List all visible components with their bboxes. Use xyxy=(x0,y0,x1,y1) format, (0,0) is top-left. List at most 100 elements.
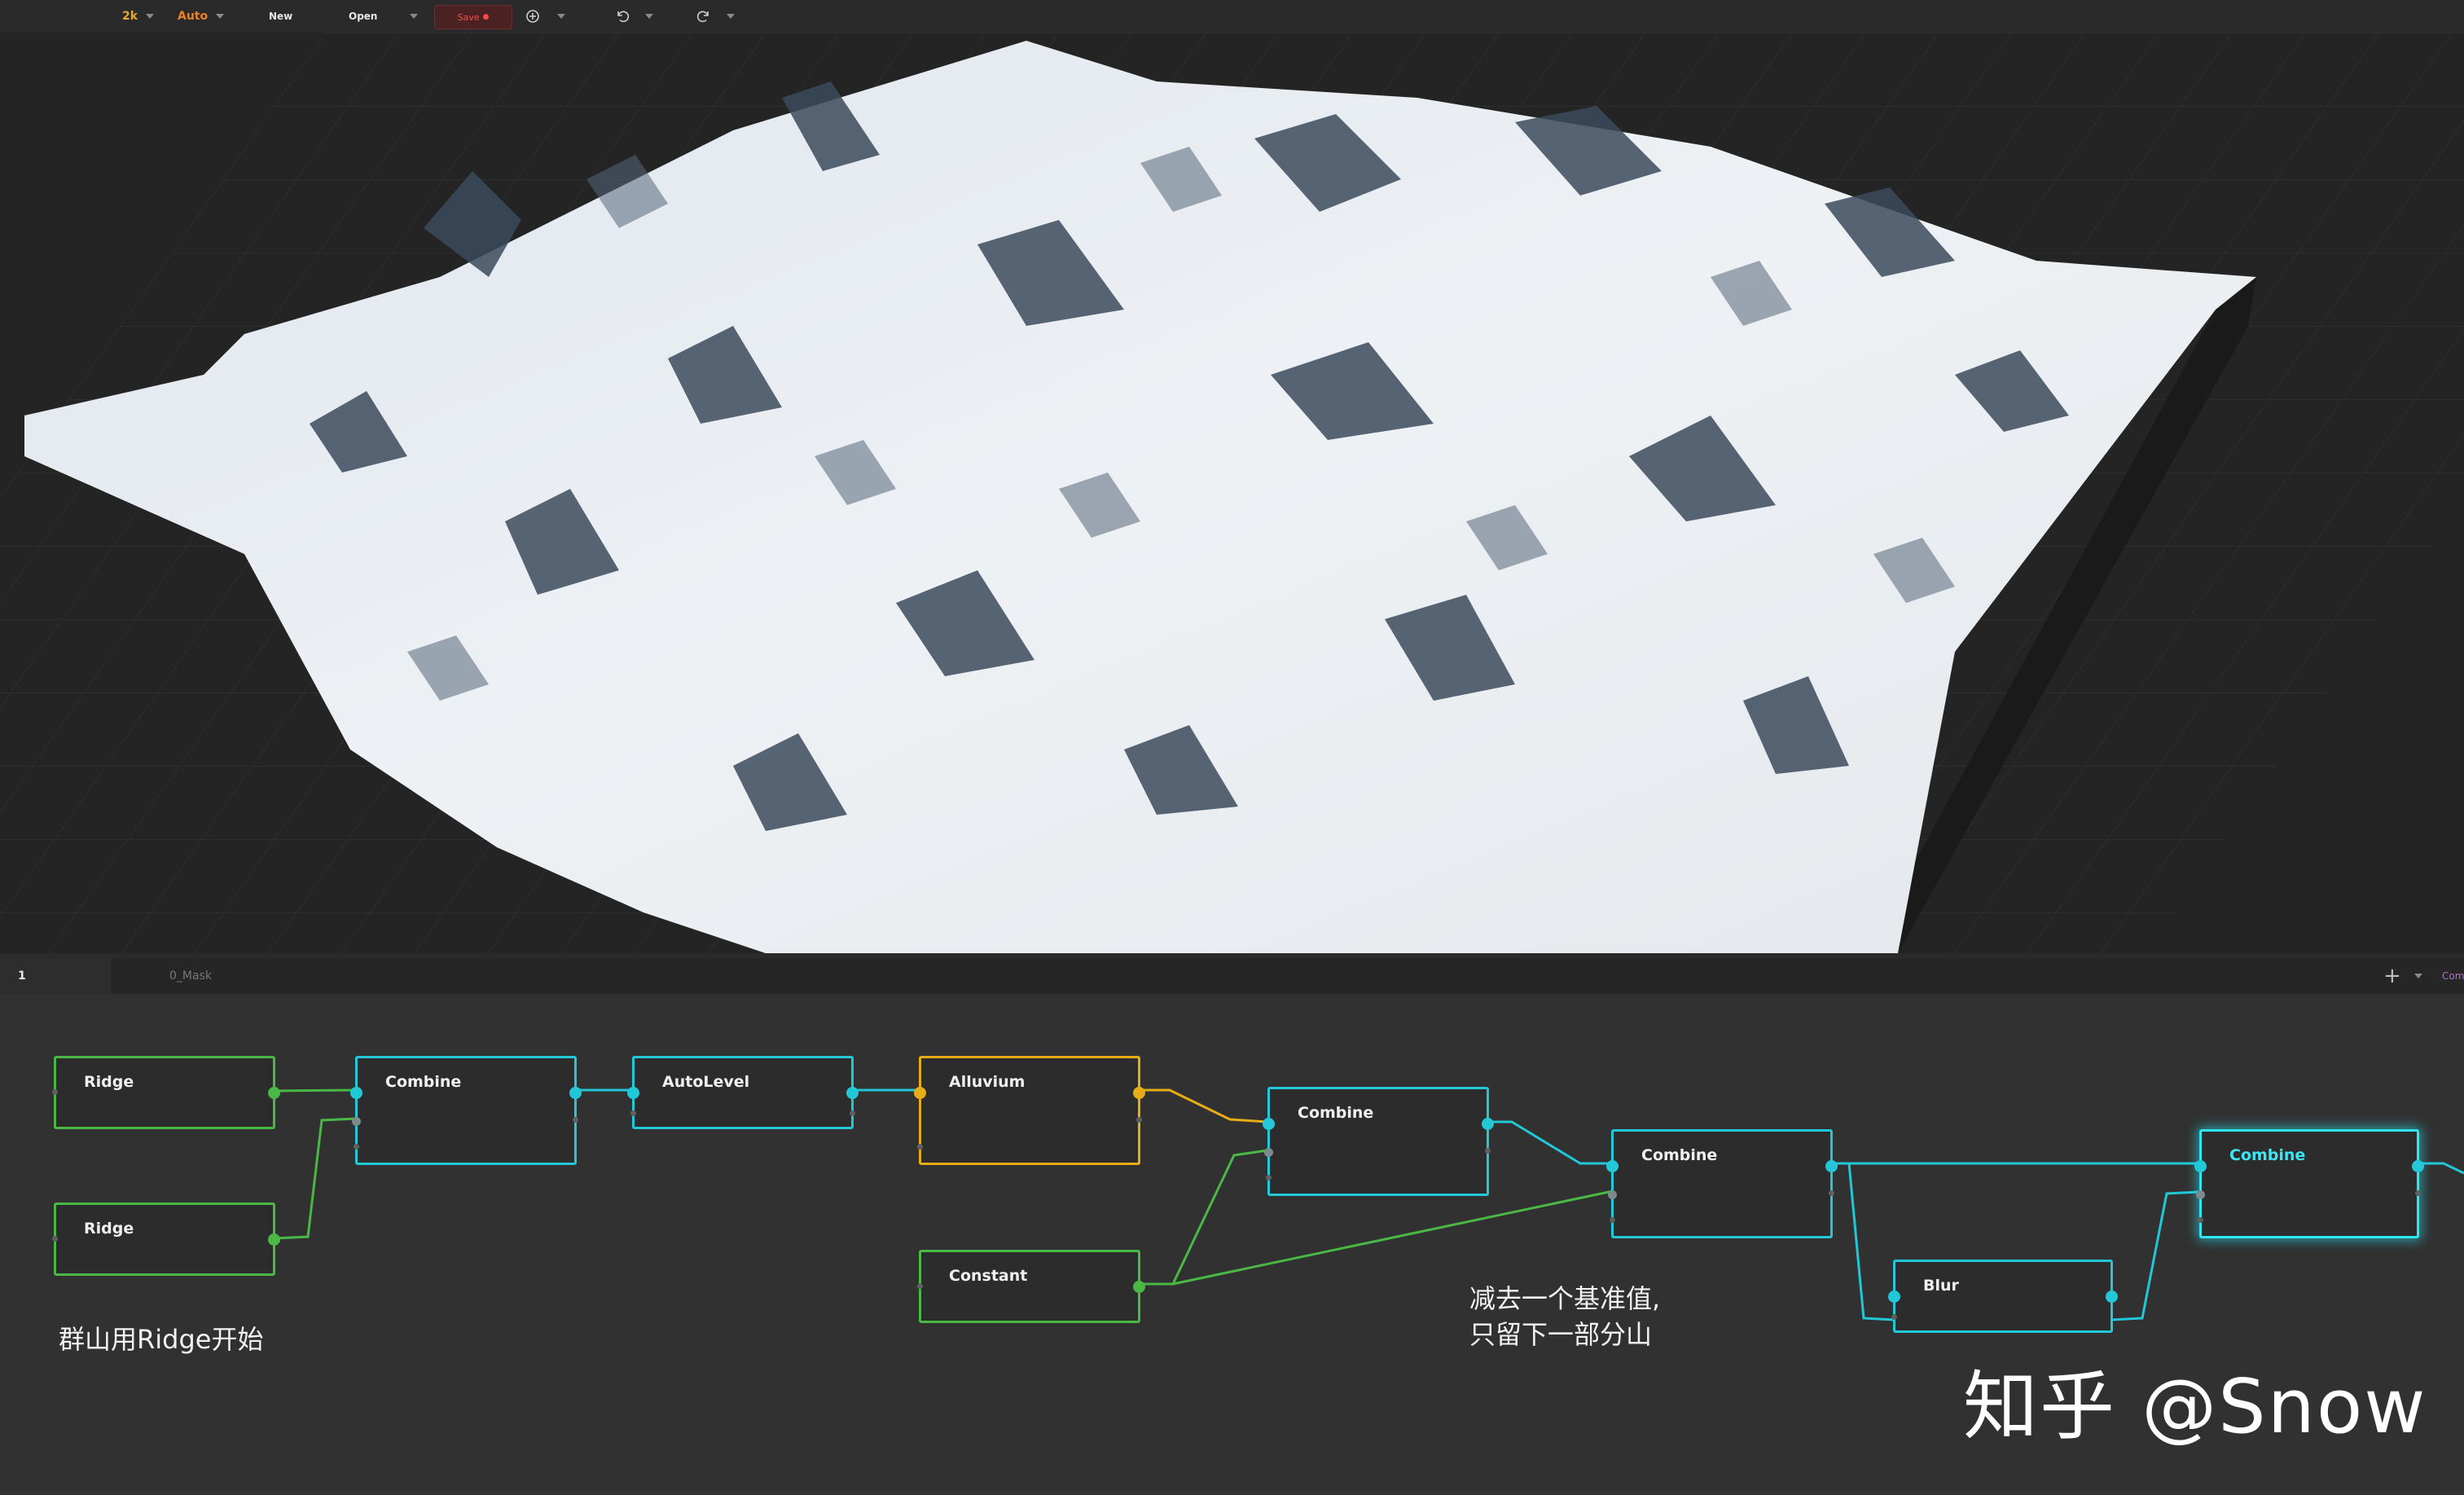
output-port[interactable] xyxy=(573,1117,578,1123)
input-port[interactable] xyxy=(1264,1148,1273,1157)
node-title: Combine xyxy=(385,1073,462,1091)
input-port[interactable] xyxy=(52,1089,58,1095)
save-button[interactable]: Save ● xyxy=(434,5,512,29)
mask-port[interactable] xyxy=(1610,1217,1615,1223)
unsaved-dot-icon: ● xyxy=(482,13,490,21)
terrain-viewport[interactable] xyxy=(0,33,2464,953)
tab-graph-1[interactable]: 1 xyxy=(0,958,111,994)
input-port[interactable] xyxy=(1888,1291,1900,1303)
input-port[interactable] xyxy=(352,1117,361,1126)
combine-node-selected[interactable]: Combine xyxy=(2194,1129,2424,1238)
input-port[interactable] xyxy=(2194,1160,2207,1172)
new-label: New xyxy=(269,11,293,22)
input-port[interactable] xyxy=(1263,1118,1275,1130)
constant-node[interactable]: Constant xyxy=(917,1250,1145,1323)
output-port[interactable] xyxy=(1136,1117,1142,1123)
tab-label: 1 xyxy=(18,970,26,983)
add-options-dropdown[interactable] xyxy=(547,0,565,33)
node-title: Ridge xyxy=(84,1073,134,1091)
mask-port[interactable] xyxy=(917,1144,923,1150)
output-port[interactable] xyxy=(2415,1190,2421,1196)
output-port[interactable] xyxy=(1133,1281,1145,1293)
node-title: AutoLevel xyxy=(662,1073,750,1091)
combine-node[interactable]: Combine xyxy=(1606,1129,1838,1238)
new-button[interactable]: New xyxy=(269,0,292,33)
watermark: 知乎 @Snow xyxy=(1963,1363,2427,1450)
node-title: Blur xyxy=(1923,1277,1959,1295)
tab-menu-dropdown[interactable] xyxy=(2414,958,2422,994)
node-title: Combine xyxy=(1298,1104,1374,1122)
node-title: Ridge xyxy=(84,1220,134,1238)
wire-ridge1-combine1 xyxy=(273,1088,358,1093)
input-port[interactable] xyxy=(917,1283,923,1289)
combine-node[interactable]: Combine xyxy=(350,1056,582,1165)
blur-node[interactable]: Blur xyxy=(1888,1260,2118,1333)
redo-history-dropdown[interactable] xyxy=(718,0,735,33)
wire-ridge2-combine1 xyxy=(273,1117,358,1240)
output-port[interactable] xyxy=(1825,1160,1838,1172)
terrain-render xyxy=(0,33,2464,953)
output-port[interactable] xyxy=(1485,1148,1491,1154)
wire-combine4-out xyxy=(2418,1162,2464,1175)
alluvium-node[interactable]: Alluvium xyxy=(914,1056,1145,1165)
open-label: Open xyxy=(349,11,378,22)
input-port[interactable] xyxy=(1608,1190,1617,1199)
output-port[interactable] xyxy=(850,1110,855,1116)
mask-port[interactable] xyxy=(630,1110,636,1116)
chevron-down-icon xyxy=(727,14,735,19)
output-port[interactable] xyxy=(268,1087,280,1099)
chevron-down-icon xyxy=(410,14,419,19)
tab-label: 0_Mask xyxy=(169,970,212,983)
mask-port[interactable] xyxy=(354,1144,359,1150)
top-toolbar: 2k Auto New Open Save ● xyxy=(0,0,2464,33)
output-port[interactable] xyxy=(268,1233,280,1246)
input-port[interactable] xyxy=(2196,1190,2205,1199)
node-title: Constant xyxy=(949,1267,1028,1285)
node-title: Alluvium xyxy=(949,1073,1026,1091)
undo-icon[interactable] xyxy=(611,5,634,28)
plus-icon[interactable]: + xyxy=(2383,958,2401,994)
wire-constant-combine2 xyxy=(1139,1149,1268,1286)
chevron-down-icon xyxy=(146,14,155,19)
input-port[interactable] xyxy=(52,1236,58,1242)
output-port[interactable] xyxy=(1829,1190,1834,1196)
ridge-node[interactable]: Ridge xyxy=(52,1056,280,1129)
subtract-annotation-line2: 只留下一部分山 xyxy=(1469,1319,1653,1350)
output-port[interactable] xyxy=(1133,1087,1145,1099)
tab-overflow[interactable]: Com xyxy=(2442,958,2464,994)
save-label: Save xyxy=(457,11,480,23)
tab-mask[interactable]: 0_Mask xyxy=(169,958,212,994)
output-port[interactable] xyxy=(2412,1160,2424,1172)
combine-node[interactable]: Combine xyxy=(1263,1087,1494,1196)
tab-label: Com xyxy=(2442,970,2464,982)
output-port[interactable] xyxy=(1482,1118,1494,1130)
input-port[interactable] xyxy=(350,1087,362,1099)
mask-port[interactable] xyxy=(1266,1175,1272,1181)
graph-tab-bar: 1 0_Mask + Com xyxy=(0,958,2464,994)
mode-dropdown[interactable]: Auto xyxy=(178,0,225,33)
wire-constant-combine3 xyxy=(1172,1189,1614,1286)
ridge-annotation: 群山用Ridge开始 xyxy=(59,1324,264,1355)
resolution-dropdown[interactable]: 2k xyxy=(122,0,155,33)
wire-alluvium-combine2 xyxy=(1139,1088,1268,1123)
node-title: Combine xyxy=(2229,1146,2306,1164)
node-title: Combine xyxy=(1641,1146,1718,1164)
wire-blur-combine4 xyxy=(2110,1190,2200,1321)
input-port[interactable] xyxy=(914,1087,926,1099)
plus-circle-icon[interactable] xyxy=(521,5,544,28)
output-port[interactable] xyxy=(2106,1291,2118,1303)
mode-value: Auto xyxy=(178,10,209,23)
undo-history-dropdown[interactable] xyxy=(637,0,653,33)
redo-icon[interactable] xyxy=(692,5,715,28)
input-port[interactable] xyxy=(1606,1160,1619,1172)
mask-port[interactable] xyxy=(1891,1314,1897,1320)
open-dropdown[interactable]: Open xyxy=(349,0,419,33)
output-port[interactable] xyxy=(846,1087,859,1099)
ridge-node[interactable]: Ridge xyxy=(52,1203,280,1276)
resolution-value: 2k xyxy=(122,10,138,23)
chevron-down-icon xyxy=(557,14,565,19)
output-port[interactable] xyxy=(569,1087,582,1099)
input-port[interactable] xyxy=(627,1087,639,1099)
mask-port[interactable] xyxy=(2198,1217,2203,1223)
autolevel-node[interactable]: AutoLevel xyxy=(627,1056,859,1129)
